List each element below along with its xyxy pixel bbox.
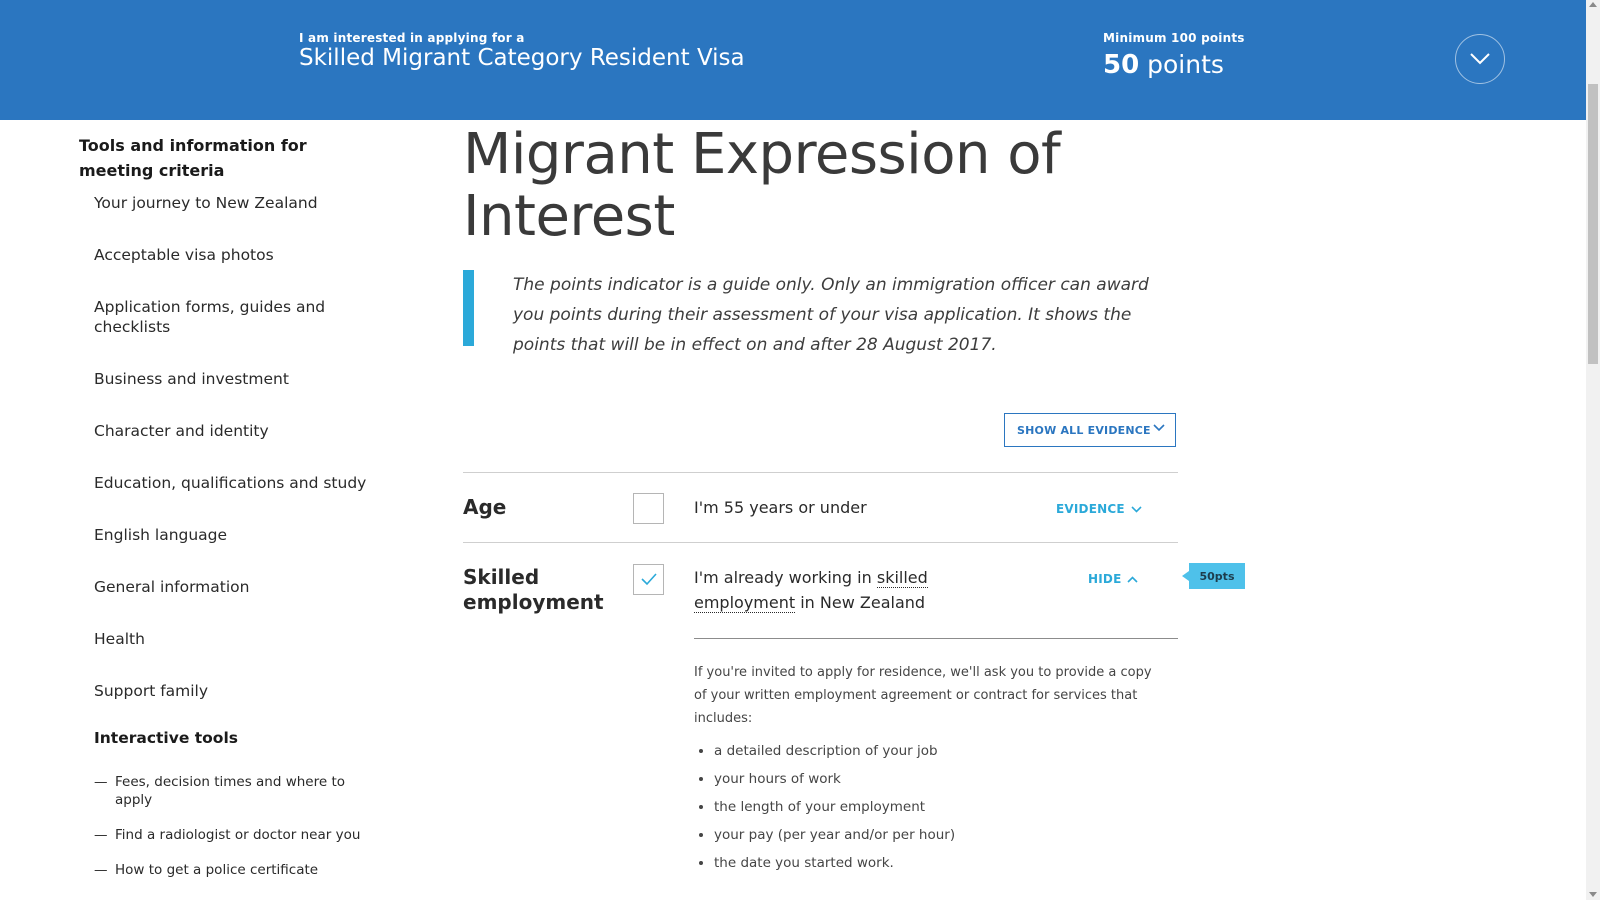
sidebar-item-character[interactable]: Character and identity [79, 421, 369, 441]
dash-icon: — [94, 862, 108, 878]
points-banner: I am interested in applying for a Skille… [0, 0, 1586, 120]
dash-icon: — [94, 827, 108, 843]
sidebar-item-education[interactable]: Education, qualifications and study [79, 473, 369, 493]
visa-label: I am interested in applying for a [299, 31, 525, 45]
notice-text: The points indicator is a guide only. On… [513, 275, 1149, 355]
tool-item-label: How to get a police certificate [115, 862, 319, 878]
evidence-item: a detailed description of your job [714, 742, 1178, 761]
evidence-item: your hours of work [714, 770, 1178, 789]
sidebar: Tools and information for meeting criter… [79, 133, 379, 896]
evidence-item: your pay (per year and/or per hour) [714, 826, 1178, 845]
visa-name[interactable]: Skilled Migrant Category Resident Visa [299, 45, 745, 71]
points-badge: 50pts [1182, 563, 1245, 589]
hide-toggle-label: HIDE [1088, 572, 1122, 586]
criterion-label: Skilled employment [463, 565, 604, 614]
hide-toggle[interactable]: HIDE [1088, 572, 1139, 586]
disclaimer-notice: The points indicator is a guide only. On… [463, 270, 1178, 355]
sidebar-item-support-family[interactable]: Support family [79, 681, 369, 701]
sidebar-item-health[interactable]: Health [79, 629, 369, 649]
minimum-points-label: Minimum 100 points [1103, 31, 1245, 45]
tool-item-fees[interactable]: — Fees, decision times and where to apply [79, 773, 369, 809]
sidebar-item-english[interactable]: English language [79, 525, 369, 545]
age-checkbox[interactable] [633, 493, 664, 524]
notice-accent-bar [463, 270, 474, 346]
chevron-down-icon [1470, 53, 1490, 65]
show-all-evidence-button[interactable]: SHOW ALL EVIDENCE [1004, 413, 1176, 447]
expand-banner-button[interactable] [1455, 34, 1505, 84]
sidebar-item-general[interactable]: General information [79, 577, 369, 597]
sidebar-item-visa-photos[interactable]: Acceptable visa photos [79, 245, 369, 265]
evidence-item: the date you started work. [714, 854, 1178, 873]
points-total: 50 points [1103, 50, 1224, 80]
criterion-row-skilled-employment: Skilled employment I'm already working i… [463, 542, 1245, 900]
criterion-statement: I'm 55 years or under [694, 498, 867, 517]
skilled-employment-checkbox[interactable] [633, 564, 664, 595]
tool-item-label: Fees, decision times and where to apply [115, 774, 346, 808]
dash-icon: — [94, 774, 108, 790]
page-title: Migrant Expression of Interest [463, 122, 1061, 249]
points-value: 50 [1103, 50, 1140, 80]
tool-item-label: Find a radiologist or doctor near you [115, 827, 361, 843]
main-content: Migrant Expression of Interest The point… [463, 122, 1245, 871]
check-icon [641, 573, 657, 586]
criterion-row-age: Age I'm 55 years or under EVIDENCE [463, 472, 1178, 542]
evidence-toggle-label: EVIDENCE [1056, 502, 1125, 516]
sidebar-item-business[interactable]: Business and investment [79, 369, 369, 389]
tool-item-police-certificate[interactable]: — How to get a police certificate [79, 861, 369, 879]
page-scrollbar[interactable] [1586, 0, 1600, 900]
evidence-list: a detailed description of your job your … [694, 742, 1178, 873]
sidebar-subheading[interactable]: Interactive tools [79, 729, 379, 747]
criterion-statement: I'm already working in skilled employmen… [694, 565, 1024, 615]
show-all-label: SHOW ALL EVIDENCE [1017, 423, 1151, 437]
chevron-up-icon [1127, 575, 1139, 583]
scroll-down-icon[interactable] [1589, 892, 1597, 897]
sidebar-nav: Your journey to New Zealand Acceptable v… [79, 193, 379, 701]
tool-item-radiologist[interactable]: — Find a radiologist or doctor near you [79, 826, 369, 844]
scrollbar-thumb[interactable] [1588, 84, 1598, 364]
evidence-toggle[interactable]: EVIDENCE [1056, 502, 1142, 516]
tools-list: — Fees, decision times and where to apply… [79, 773, 379, 879]
chevron-down-icon [1153, 424, 1165, 432]
evidence-item: the length of your employment [714, 798, 1178, 817]
evidence-panel: If you're invited to apply for residence… [694, 638, 1178, 882]
statement-text: I'm already working in [694, 568, 872, 587]
scroll-up-icon[interactable] [1589, 2, 1597, 7]
sidebar-item-application-forms[interactable]: Application forms, guides and checklists [79, 297, 369, 337]
sidebar-item-journey[interactable]: Your journey to New Zealand [79, 193, 369, 213]
criterion-label: Age [463, 495, 507, 519]
statement-text: in New Zealand [800, 593, 926, 612]
evidence-text: If you're invited to apply for residence… [694, 665, 1152, 726]
chevron-down-icon [1131, 505, 1142, 513]
sidebar-heading: Tools and information for meeting criter… [79, 136, 307, 180]
points-unit: points [1147, 50, 1224, 79]
